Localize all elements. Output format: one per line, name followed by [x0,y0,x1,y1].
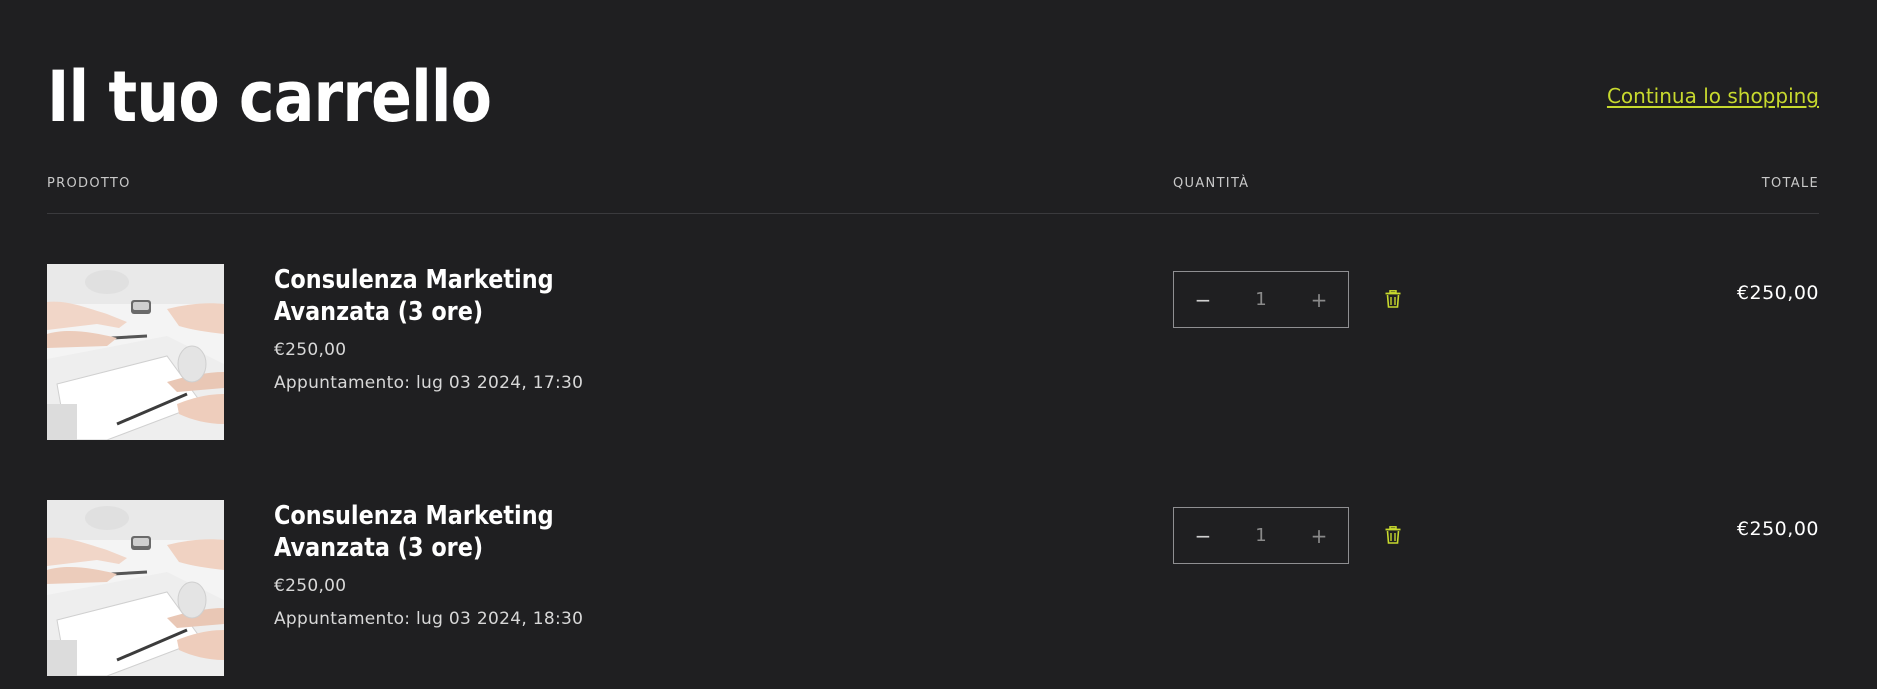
appointment-text: Appuntamento: lug 03 2024, 18:30 [274,609,584,629]
product-name-link[interactable]: Consulenza Marketing Avanzata (3 ore) [274,500,635,564]
cart-page: Il tuo carrello Continua lo shopping PRO… [47,0,1819,689]
increase-quantity-button[interactable]: + [1290,272,1348,327]
product-image[interactable] [47,264,224,440]
decrease-quantity-button[interactable]: − [1174,508,1232,563]
continue-shopping-link[interactable]: Continua lo shopping [1607,83,1819,109]
quantity-input[interactable] [1232,508,1290,563]
cart-item: Consulenza Marketing Avanzata (3 ore) €2… [47,264,1819,442]
page-title: Il tuo carrello [47,56,492,138]
line-total: €250,00 [1736,282,1819,304]
quantity-stepper: − + [1173,271,1349,328]
cart-item: Consulenza Marketing Avanzata (3 ore) €2… [47,500,1819,678]
column-header-quantity: QUANTITÀ [1173,176,1250,191]
line-total: €250,00 [1736,518,1819,540]
decrease-quantity-button[interactable]: − [1174,272,1232,327]
quantity-stepper: − + [1173,507,1349,564]
quantity-input[interactable] [1232,272,1290,327]
remove-item-button[interactable] [1383,525,1403,549]
column-header-total: TOTALE [1761,176,1819,191]
product-image[interactable] [47,500,224,676]
trash-icon [1385,289,1401,313]
trash-icon [1385,525,1401,549]
product-unit-price: €250,00 [274,340,347,360]
header-divider [47,213,1819,214]
product-name-link[interactable]: Consulenza Marketing Avanzata (3 ore) [274,264,635,328]
remove-item-button[interactable] [1383,289,1403,313]
appointment-text: Appuntamento: lug 03 2024, 17:30 [274,373,584,393]
product-unit-price: €250,00 [274,576,347,596]
increase-quantity-button[interactable]: + [1290,508,1348,563]
column-header-product: PRODOTTO [47,176,131,191]
